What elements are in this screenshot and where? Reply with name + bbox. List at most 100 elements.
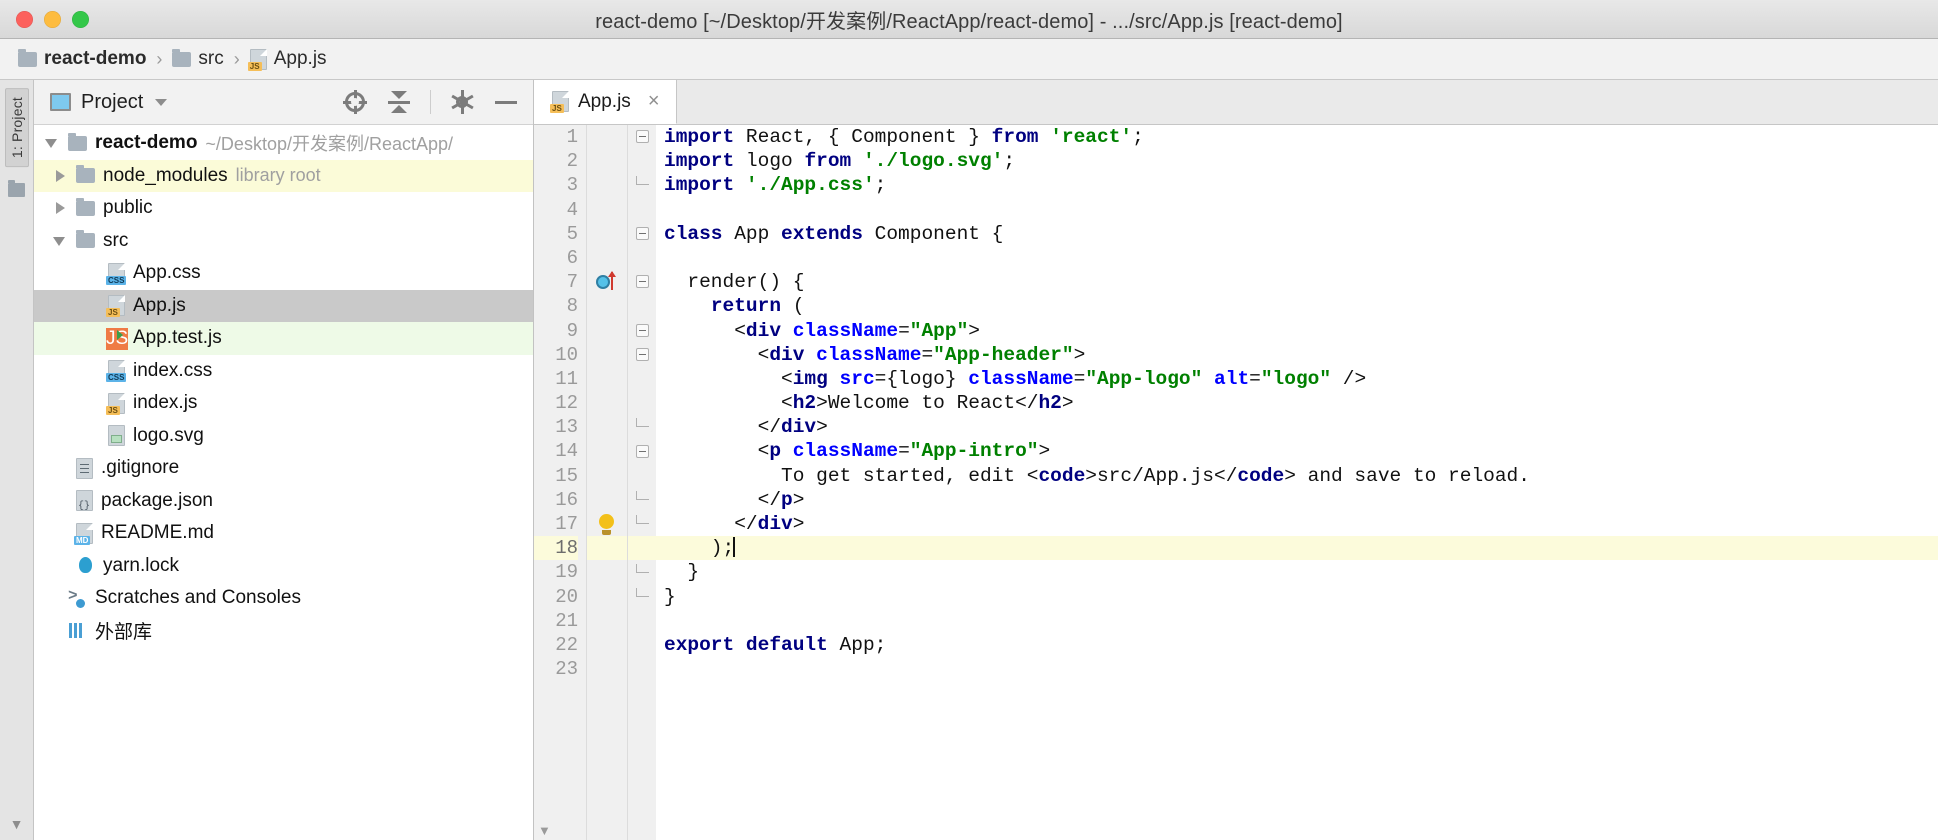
fold-collapse-icon[interactable] (636, 130, 649, 143)
code-line[interactable]: </p> (656, 488, 1938, 512)
tree-item-label: .gitignore (101, 457, 179, 479)
gutter-marker-slot (587, 609, 627, 633)
tree-item-public[interactable]: public (34, 192, 533, 225)
code-line[interactable]: </div> (656, 512, 1938, 536)
code-line[interactable]: <p className="App-intro"> (656, 439, 1938, 463)
maximize-button[interactable] (72, 11, 89, 28)
tree-item-label: public (103, 197, 153, 219)
yarn-file-icon (76, 555, 95, 576)
folder-icon (76, 168, 95, 183)
jsx-tag-token: p (769, 440, 781, 462)
code-line[interactable]: <img src={logo} className="App-logo" alt… (656, 367, 1938, 391)
code-area[interactable]: 1 2 3 4 5 6 7 8 9 10 11 12 13 14 15 16 17 18 19 20 21 22 23 im… (534, 125, 1938, 840)
editor-tab-bar: JS App.js × (534, 80, 1938, 125)
locate-in-tree-button[interactable] (338, 85, 372, 119)
fold-collapse-icon[interactable] (636, 275, 649, 288)
breadcrumb-item-react-demo[interactable]: react-demo (18, 48, 146, 70)
settings-button[interactable] (445, 85, 479, 119)
breadcrumb-separator: › (152, 49, 166, 70)
code-line[interactable] (656, 198, 1938, 222)
tree-item-label: yarn.lock (103, 555, 179, 577)
line-number: 23 (534, 657, 578, 681)
keyword-token: import (664, 174, 734, 196)
tree-item-node-modules[interactable]: node_modules library root (34, 160, 533, 193)
line-number: 20 (534, 585, 578, 609)
hide-panel-button[interactable] (489, 85, 523, 119)
tree-item-scratches-and-consoles[interactable]: Scratches and Consoles (34, 582, 533, 615)
project-tree[interactable]: react-demo ~/Desktop/开发案例/ReactApp/node_m… (34, 125, 533, 840)
gutter-marker-slot (587, 125, 627, 149)
fold-collapse-icon[interactable] (636, 227, 649, 240)
gutter-marker-column[interactable] (587, 125, 628, 840)
tool-window-tab-project[interactable]: 1: Project (5, 88, 29, 167)
code-line[interactable]: import './App.css'; (656, 173, 1938, 197)
tree-item-readme-md[interactable]: MD README.md (34, 517, 533, 550)
jsx-tag-token: img (793, 368, 828, 390)
fold-collapse-icon[interactable] (636, 324, 649, 337)
code-line[interactable]: return ( (656, 294, 1938, 318)
twisty-placeholder (84, 265, 100, 281)
code-line[interactable]: <h2>Welcome to React</h2> (656, 391, 1938, 415)
twisty-placeholder (84, 363, 100, 379)
code-line[interactable]: } (656, 560, 1938, 584)
close-button[interactable] (16, 11, 33, 28)
fold-region-end-icon[interactable] (636, 418, 649, 427)
collapse-all-button[interactable] (382, 85, 416, 119)
tree-item-meta: library root (236, 165, 321, 186)
breadcrumb-item-app-js[interactable]: JS App.js (250, 48, 327, 70)
tree-item-app-test-js[interactable]: JS App.test.js (34, 322, 533, 355)
keyword-token: export (664, 634, 734, 656)
code-line[interactable]: export default App; (656, 633, 1938, 657)
tree-item-logo-svg[interactable]: logo.svg (34, 420, 533, 453)
fold-region-end-icon[interactable] (636, 564, 649, 573)
fold-region-end-icon[interactable] (636, 491, 649, 500)
intention-bulb-icon[interactable] (598, 514, 615, 535)
code-line[interactable]: ); (656, 536, 1938, 560)
js-test-file-icon: JS (108, 328, 125, 349)
tree-item-yarn-lock[interactable]: yarn.lock (34, 550, 533, 583)
minimize-button[interactable] (44, 11, 61, 28)
code-line[interactable]: import React, { Component } from 'react… (656, 125, 1938, 149)
breadcrumb: react-demo › src › JS App.js (0, 39, 1938, 80)
tree-item-label: react-demo (95, 132, 197, 154)
code-line[interactable]: render() { (656, 270, 1938, 294)
fold-region-end-icon[interactable] (636, 176, 649, 185)
fold-collapse-icon[interactable] (636, 348, 649, 361)
code-line[interactable]: <div className="App"> (656, 319, 1938, 343)
code-folding-column[interactable] (628, 125, 656, 840)
code-line[interactable]: } (656, 585, 1938, 609)
code-text[interactable]: import React, { Component } from 'react… (656, 125, 1938, 840)
code-line[interactable] (656, 609, 1938, 633)
tree-item-app-css[interactable]: CSS App.css (34, 257, 533, 290)
chevron-down-icon[interactable] (155, 99, 167, 106)
tree-item--gitignore[interactable]: .gitignore (34, 452, 533, 485)
twisty-closed-icon[interactable] (52, 168, 68, 184)
code-line[interactable]: class App extends Component { (656, 222, 1938, 246)
code-line[interactable]: <div className="App-header"> (656, 343, 1938, 367)
tree-item-index-css[interactable]: CSS index.css (34, 355, 533, 388)
gutter-marker-slot (587, 149, 627, 173)
tree-item-app-js[interactable]: JS App.js (34, 290, 533, 323)
code-line[interactable]: import logo from './logo.svg'; (656, 149, 1938, 173)
override-method-icon[interactable] (596, 272, 618, 292)
code-line[interactable] (656, 246, 1938, 270)
close-icon[interactable]: × (648, 90, 660, 113)
code-line[interactable] (656, 657, 1938, 681)
tree-item-package-json[interactable]: package.json (34, 485, 533, 518)
tree-item-react-demo[interactable]: react-demo ~/Desktop/开发案例/ReactApp/ (34, 127, 533, 160)
editor-tab-app-js[interactable]: JS App.js × (534, 80, 677, 124)
tree-item-src[interactable]: src (34, 225, 533, 258)
fold-collapse-icon[interactable] (636, 445, 649, 458)
breadcrumb-item-src[interactable]: src (172, 48, 223, 70)
twisty-open-icon[interactable] (52, 233, 68, 249)
twisty-closed-icon[interactable] (52, 200, 68, 216)
structure-icon[interactable] (8, 183, 25, 197)
tree-item--[interactable]: 外部库 (34, 615, 533, 648)
code-line[interactable]: To get started, edit <code>src/App.js</c… (656, 464, 1938, 488)
fold-region-end-icon[interactable] (636, 515, 649, 524)
twisty-placeholder (84, 395, 100, 411)
twisty-open-icon[interactable] (44, 135, 60, 151)
tree-item-index-js[interactable]: JS index.js (34, 387, 533, 420)
code-line[interactable]: </div> (656, 415, 1938, 439)
fold-region-end-icon[interactable] (636, 588, 649, 597)
